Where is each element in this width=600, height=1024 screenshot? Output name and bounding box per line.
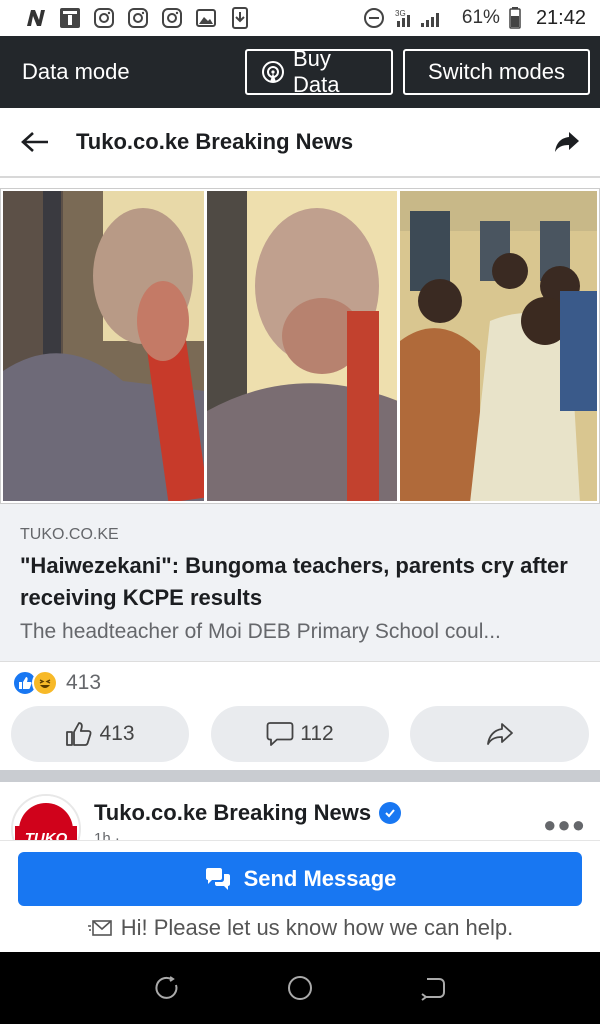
signal-icon: 3G [394,7,454,29]
data-mode-label: Data mode [22,59,130,84]
svg-text:3G: 3G [395,9,406,18]
send-message-button[interactable]: Send Message [18,852,582,906]
buy-data-button[interactable]: Buy Data [245,46,393,97]
recents-icon[interactable] [149,970,185,1006]
news-icon [58,7,82,29]
notification-icons [24,7,252,29]
buy-data-label: Buy Data [293,46,340,97]
clock: 21:42 [535,6,586,29]
post-actions: 413 112 [0,706,600,762]
back-icon[interactable] [415,970,451,1006]
like-button[interactable]: 413 [11,706,189,762]
page-header: Tuko.co.ke Breaking News [0,108,600,176]
photo-man-crying-2 [206,191,397,501]
comment-button[interactable]: 112 [211,706,389,762]
home-icon[interactable] [282,970,318,1006]
post-image[interactable] [0,188,600,504]
photo-parents-crying [400,191,597,501]
status-bar: 3G 61% 21:42 [0,0,600,36]
link-description: The headteacher of Moi DEB Primary Schoo… [20,620,501,643]
share-icon[interactable] [554,131,580,153]
message-panel: Send Message Hi! Please let us know how … [0,840,600,952]
page-title: Tuko.co.ke Breaking News [76,129,354,154]
messenger-chat-icon [204,867,232,891]
header-divider [0,176,600,178]
data-mode-bar: Data mode Buy Data Switch modes [0,36,600,108]
post-page-name[interactable]: Tuko.co.ke Breaking News [94,800,402,826]
share-button[interactable] [410,706,589,762]
thumbs-up-icon [65,721,93,747]
send-message-label: Send Message [243,866,397,891]
link-source: TUKO.CO.KE [20,526,119,543]
photo-man-crying-1 [3,191,204,501]
broadcast-icon [261,60,285,84]
help-prompt: Hi! Please let us know how we can help. [0,913,600,943]
instagram-icon [92,7,116,29]
download-icon [228,7,252,29]
share-arrow-icon [486,722,514,746]
switch-modes-button[interactable]: Switch modes [403,49,590,95]
battery-icon [508,7,522,29]
post-separator [0,770,600,782]
help-text: Hi! Please let us know how we can help. [120,915,514,940]
minus-circle-icon [362,7,386,29]
status-indicators: 3G 61% 21:42 [362,7,586,30]
android-nav-bar [0,952,600,1024]
link-headline: "Haiwezekani": Bungoma teachers, parents… [20,553,568,610]
instagram-icon [126,7,150,29]
data-mode-buttons: Buy Data Switch modes [245,46,590,97]
n-app-icon [24,7,48,29]
haha-reaction-icon [32,670,58,696]
envelope-icon [87,918,113,938]
back-arrow-icon[interactable] [20,130,50,154]
battery-percent: 61% [461,7,500,28]
more-options-icon[interactable]: ●●● [543,812,586,838]
like-count: 413 [99,722,135,745]
gallery-icon [194,7,218,29]
post-page-name-label: Tuko.co.ke Breaking News [94,800,372,825]
reaction-count: 413 [66,671,102,694]
comment-icon [266,721,294,747]
switch-modes-label: Switch modes [428,59,565,84]
comment-count: 112 [300,722,334,745]
reaction-summary[interactable]: 413 [12,668,101,698]
instagram-icon [160,7,184,29]
verified-badge-icon [379,802,402,824]
link-preview[interactable]: TUKO.CO.KE "Haiwezekani": Bungoma teache… [0,504,600,662]
